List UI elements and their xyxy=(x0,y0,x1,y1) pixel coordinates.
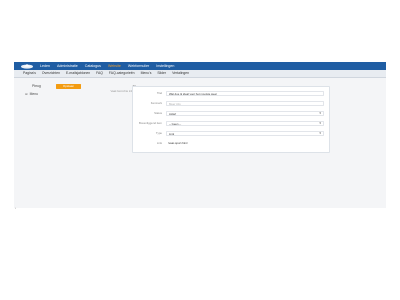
field-label: Type xyxy=(155,131,162,135)
subnav-item-faq[interactable]: FAQ xyxy=(96,70,103,77)
field-label: Status xyxy=(154,111,162,115)
menu-tree-panel: Pbrug Opslaan ⊞ Menu xyxy=(22,83,102,96)
app-window: Leden Administratie Catalogus Website We… xyxy=(14,62,386,210)
nav-item-website[interactable]: Website xyxy=(108,62,121,70)
footer-marker: • xyxy=(15,207,16,210)
tree-item-label: Menu xyxy=(29,92,38,96)
select-value: Link xyxy=(169,131,175,136)
form-row-titel: Titel Wat doe ik ideal voor het mooiste … xyxy=(133,90,329,96)
form-row-kenmerk: Kenmerk Meer info xyxy=(133,100,329,106)
type-select[interactable]: Link ▼ xyxy=(166,130,324,136)
caret-down-icon: ▼ xyxy=(318,121,322,125)
status-select[interactable]: Actief ▼ xyxy=(166,110,324,116)
subnav-item-faq-categorieen[interactable]: FAQ-categorieën xyxy=(109,70,135,77)
caret-down-icon: ▼ xyxy=(318,131,322,135)
expand-icon[interactable]: ⊞ xyxy=(25,92,28,96)
field-label: Link xyxy=(156,141,162,145)
nav-item-webformulier[interactable]: Webformulier xyxy=(128,62,149,70)
nav-item-instellingen[interactable]: Instellingen xyxy=(156,62,174,70)
nav-item-administratie[interactable]: Administratie xyxy=(57,62,78,70)
select-value: Actief xyxy=(169,111,176,116)
form-row-link: Link /vaar-sport.html xyxy=(133,140,329,146)
home-cloud-icon[interactable] xyxy=(20,63,34,69)
nav-item-leden[interactable]: Leden xyxy=(40,62,50,70)
subnav-item-paginas[interactable]: Pagina's xyxy=(23,70,36,77)
tree-item-menu[interactable]: ⊞ Menu xyxy=(25,92,102,96)
subnav-item-overzichten[interactable]: Overzichten xyxy=(42,70,60,77)
subnav-item-menus[interactable]: Menu's xyxy=(141,70,152,77)
subnav-item-slider[interactable]: Slider xyxy=(157,70,166,77)
field-label: Titel xyxy=(156,91,162,95)
subnav-item-vertalingen[interactable]: Vertalingen xyxy=(172,70,189,77)
parent-item-select[interactable]: -- Geen -- ▼ xyxy=(166,120,324,126)
menu-item-form: Titel Wat doe ik ideal voor het mooiste … xyxy=(132,86,330,153)
title-input[interactable]: Wat doe ik ideal voor het mooiste weer xyxy=(166,90,324,96)
save-button[interactable]: Opslaan xyxy=(56,83,81,89)
field-label: Bovenliggend item xyxy=(138,121,162,125)
sub-navigation: Pagina's Overzichten E-mailsjablonen FAQ… xyxy=(14,70,386,78)
form-row-bovenliggend: Bovenliggend item -- Geen -- ▼ xyxy=(133,120,329,126)
link-value[interactable]: /vaar-sport.html xyxy=(168,140,187,146)
subnav-item-emailsjablonen[interactable]: E-mailsjablonen xyxy=(66,70,90,77)
select-value: -- Geen -- xyxy=(169,121,182,126)
top-navigation: Leden Administratie Catalogus Website We… xyxy=(14,62,386,70)
kenmerk-input[interactable]: Meer info xyxy=(166,100,324,106)
panel-label: Pbrug xyxy=(32,84,41,88)
field-label: Kenmerk xyxy=(150,101,162,105)
nav-item-catalogus[interactable]: Catalogus xyxy=(85,62,101,70)
form-row-status: Status Actief ▼ xyxy=(133,110,329,116)
form-row-type: Type Link ▼ xyxy=(133,130,329,136)
caret-down-icon: ▼ xyxy=(318,111,322,115)
